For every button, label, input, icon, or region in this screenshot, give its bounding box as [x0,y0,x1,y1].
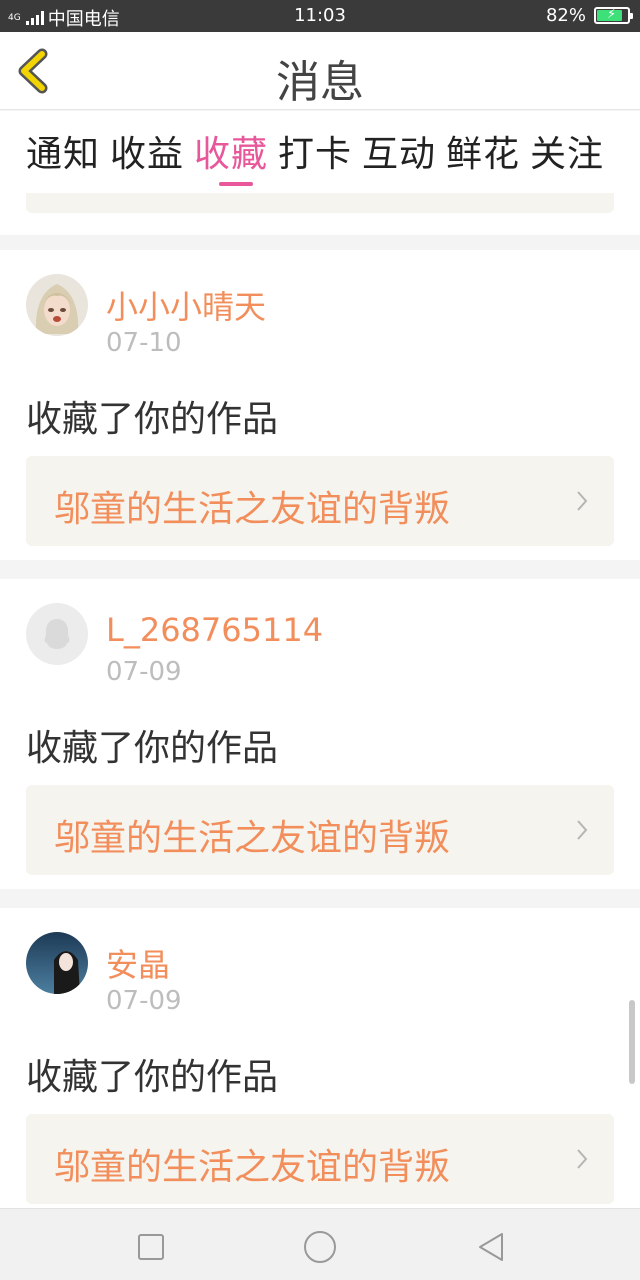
avatar[interactable] [26,932,88,994]
work-title: 邬童的生活之友谊的背叛 [54,489,451,530]
tab-follow[interactable]: 关注 [530,125,614,177]
circle-icon[interactable] [302,1229,338,1265]
work-link[interactable]: 邬童的生活之友谊的背叛 [26,456,614,546]
avatar[interactable] [26,274,88,336]
work-link[interactable]: 邬童的生活之友谊的背叛 [26,785,614,875]
active-tab-indicator [219,182,253,186]
battery-icon: ⚡ [594,7,633,24]
notification-card: 安晶 07-09 收藏了你的作品 邬童的生活之友谊的背叛 [0,908,640,1218]
tab-interaction[interactable]: 互动 [362,125,446,177]
triangle-back-icon[interactable] [474,1229,510,1265]
tab-checkin[interactable]: 打卡 [278,125,362,177]
tab-notice[interactable]: 通知 [26,125,110,177]
tab-row: 通知 收益 收藏 打卡 互动 鲜花 关注 [26,125,614,177]
chevron-right-icon [577,820,588,840]
chevron-right-icon [577,1149,588,1169]
work-title: 邬童的生活之友谊的背叛 [54,818,451,859]
tab-favorites[interactable]: 收藏 [194,125,278,177]
status-time: 11:03 [294,5,346,26]
work-title: 邬童的生活之友谊的背叛 [54,1147,451,1188]
header: 消息 [0,32,640,110]
notification-date: 07-09 [106,657,182,687]
username[interactable]: 小小小晴天 [106,282,266,328]
notification-date: 07-09 [106,986,182,1016]
status-right: 82% ⚡ [545,5,633,26]
action-text: 收藏了你的作品 [26,728,279,769]
avatar[interactable] [26,603,88,665]
scrollbar[interactable] [629,1000,635,1084]
work-link[interactable]: 邬童的生活之友谊的背叛 [26,1114,614,1204]
action-text: 收藏了你的作品 [26,1057,279,1098]
username[interactable]: L_268765114 [106,611,323,649]
square-icon[interactable] [133,1229,169,1265]
action-text: 收藏了你的作品 [26,399,279,440]
status-bar: 4G 中国电信 11:03 82% ⚡ [0,0,640,32]
tab-bar: 通知 收益 收藏 打卡 互动 鲜花 关注 [0,111,640,235]
notification-card: L_268765114 07-09 收藏了你的作品 邬童的生活之友谊的背叛 [0,579,640,889]
tab-flowers[interactable]: 鲜花 [446,125,530,177]
default-avatar-icon [26,603,88,665]
username[interactable]: 安晶 [106,940,170,986]
notification-date: 07-10 [106,328,182,358]
battery-percent: 82% [545,5,586,26]
photo-avatar-icon [26,932,88,994]
tab-earnings[interactable]: 收益 [110,125,194,177]
anime-avatar-icon [26,274,88,336]
previous-item-edge [26,193,614,213]
notification-card: 小小小晴天 07-10 收藏了你的作品 邬童的生活之友谊的背叛 [0,250,640,560]
charging-icon: ⚡ [607,7,617,22]
page-title: 消息 [276,57,364,108]
system-nav-bar [0,1208,640,1280]
chevron-right-icon [577,491,588,511]
